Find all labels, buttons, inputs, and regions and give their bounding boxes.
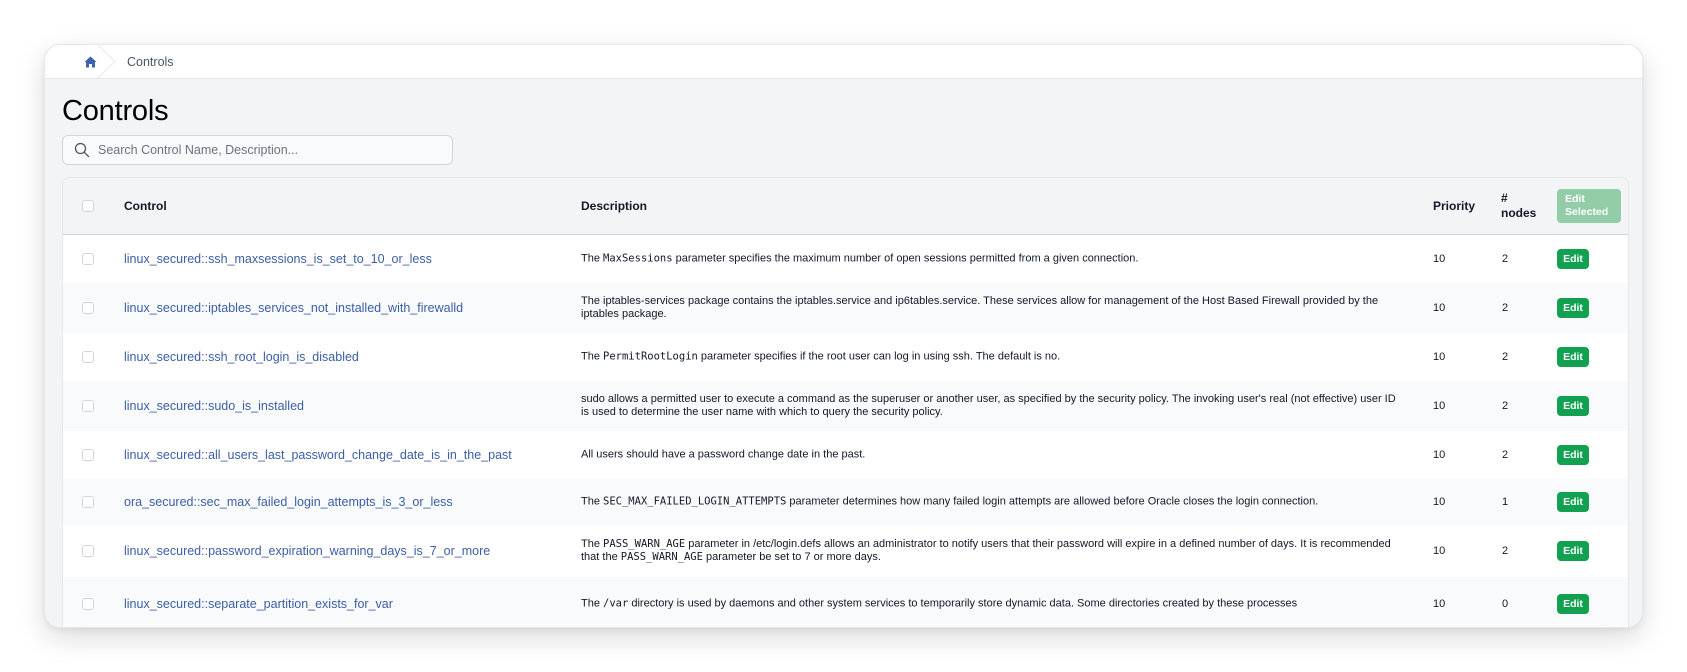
priority-value: 10: [1433, 351, 1446, 363]
row-checkbox[interactable]: [82, 253, 94, 265]
inline-code: SEC_MAX_FAILED_LOGIN_ATTEMPTS: [603, 495, 787, 508]
row-checkbox[interactable]: [82, 597, 94, 610]
control-name-link[interactable]: linux_secured::ssh_root_login_is_disable…: [124, 350, 359, 364]
nodes-count: 1: [1502, 496, 1509, 508]
table-row: linux_secured::ssh_maxsessions_is_set_to…: [63, 235, 1628, 283]
description-text: The: [581, 350, 604, 363]
description-text: The: [581, 495, 604, 508]
control-description: The iptables-services package contains t…: [581, 295, 1401, 321]
column-header-control[interactable]: Control: [124, 199, 167, 214]
priority-value: 10: [1433, 449, 1446, 461]
control-description: All users should have a password change …: [581, 449, 1401, 462]
inline-code: MaxSessions: [603, 252, 673, 265]
description-text: All users should have a password change …: [581, 448, 866, 461]
control-description: sudo allows a permitted user to execute …: [581, 393, 1401, 419]
table-row: linux_secured::sudo_is_installed sudo all…: [63, 381, 1628, 431]
control-name-link[interactable]: linux_secured::sudo_is_installed: [124, 399, 304, 413]
app-window: Controls Controls Control Description Pr…: [44, 44, 1643, 628]
search-box: [62, 135, 453, 165]
inline-code: PermitRootLogin: [603, 350, 698, 363]
edit-button[interactable]: Edit: [1557, 492, 1589, 512]
control-description: The /var directory is used by daemons an…: [581, 597, 1401, 610]
column-header-priority[interactable]: Priority: [1433, 199, 1475, 214]
column-header-description[interactable]: Description: [581, 199, 647, 214]
control-description: The MaxSessions parameter specifies the …: [581, 253, 1401, 266]
description-text: The: [581, 597, 604, 609]
table-header: Control Description Priority # nodes Edi…: [63, 178, 1628, 235]
nodes-count: 2: [1502, 545, 1509, 557]
control-name-link[interactable]: linux_secured::password_expiration_warni…: [124, 544, 490, 558]
edit-selected-button[interactable]: Edit Selected: [1557, 189, 1621, 223]
page-title: Controls: [62, 95, 169, 127]
priority-value: 10: [1433, 545, 1446, 557]
description-text: directory is used by daemons and other s…: [628, 597, 1298, 609]
priority-value: 10: [1433, 400, 1446, 412]
description-text: parameter specifies the maximum number o…: [672, 252, 1139, 265]
nodes-count: 2: [1502, 302, 1509, 314]
priority-value: 10: [1433, 496, 1446, 508]
controls-table: Control Description Priority # nodes Edi…: [62, 177, 1629, 627]
breadcrumb: Controls: [45, 45, 1642, 79]
table-row: ora_secured::sec_max_failed_login_attemp…: [63, 479, 1628, 525]
control-name-link[interactable]: linux_secured::all_users_last_password_c…: [124, 448, 512, 462]
edit-button[interactable]: Edit: [1557, 593, 1589, 614]
table-row: linux_secured::password_expiration_warni…: [63, 525, 1628, 577]
table-row: linux_secured::separate_partition_exists…: [63, 577, 1628, 627]
table-row: linux_secured::ssh_root_login_is_disable…: [63, 333, 1628, 381]
control-name-link[interactable]: linux_secured::ssh_maxsessions_is_set_to…: [124, 252, 432, 266]
breadcrumb-current: Controls: [127, 55, 174, 69]
breadcrumb-separator-icon: [97, 45, 116, 79]
description-text: The: [581, 252, 604, 265]
description-text: The iptables-services package contains t…: [581, 295, 1379, 320]
nodes-count: 0: [1502, 597, 1509, 610]
row-checkbox[interactable]: [82, 449, 94, 461]
nodes-count: 2: [1502, 253, 1509, 265]
description-text: The: [581, 538, 604, 550]
select-all-checkbox[interactable]: [82, 200, 94, 212]
row-checkbox[interactable]: [82, 545, 94, 557]
description-text: parameter be set to 7 or more days.: [702, 551, 881, 563]
control-description: The SEC_MAX_FAILED_LOGIN_ATTEMPTS parame…: [581, 496, 1401, 509]
inline-code: PASS_WARN_AGE: [620, 551, 703, 563]
column-header-nodes[interactable]: # nodes: [1501, 191, 1536, 221]
edit-button[interactable]: Edit: [1557, 445, 1589, 465]
edit-button[interactable]: Edit: [1557, 249, 1589, 269]
column-header-nodes-line1: #: [1501, 191, 1508, 205]
description-text: sudo allows a permitted user to execute …: [581, 393, 1396, 418]
priority-value: 10: [1433, 597, 1446, 610]
edit-button[interactable]: Edit: [1557, 396, 1589, 416]
inline-code: /var: [603, 597, 629, 609]
row-checkbox[interactable]: [82, 496, 94, 508]
row-checkbox[interactable]: [82, 400, 94, 412]
table-row: linux_secured::all_users_last_password_c…: [63, 431, 1628, 479]
description-text: parameter determines how many failed log…: [786, 495, 1319, 508]
control-description: The PASS_WARN_AGE parameter in /etc/logi…: [581, 538, 1401, 564]
priority-value: 10: [1433, 302, 1446, 314]
nodes-count: 2: [1502, 400, 1509, 412]
inline-code: PASS_WARN_AGE: [603, 538, 686, 550]
search-icon: [74, 142, 90, 158]
column-header-nodes-line2: nodes: [1501, 206, 1537, 220]
nodes-count: 2: [1502, 351, 1509, 363]
control-name-link[interactable]: ora_secured::sec_max_failed_login_attemp…: [124, 495, 453, 509]
edit-button[interactable]: Edit: [1557, 541, 1589, 561]
table-body: linux_secured::ssh_maxsessions_is_set_to…: [63, 235, 1628, 627]
search-input[interactable]: [98, 143, 452, 157]
edit-selected-label-line2: Selected: [1565, 206, 1609, 218]
row-checkbox[interactable]: [82, 302, 94, 314]
table-row: linux_secured::iptables_services_not_ins…: [63, 283, 1628, 333]
edit-selected-label-line1: Edit: [1565, 193, 1585, 205]
edit-button[interactable]: Edit: [1557, 298, 1589, 318]
edit-button[interactable]: Edit: [1557, 347, 1589, 367]
row-checkbox[interactable]: [82, 351, 94, 363]
control-name-link[interactable]: linux_secured::iptables_services_not_ins…: [124, 301, 463, 315]
priority-value: 10: [1433, 253, 1446, 265]
nodes-count: 2: [1502, 449, 1509, 461]
description-text: parameter specifies if the root user can…: [697, 350, 1061, 363]
control-description: The PermitRootLogin parameter specifies …: [581, 351, 1401, 364]
control-name-link[interactable]: linux_secured::separate_partition_exists…: [124, 597, 393, 611]
